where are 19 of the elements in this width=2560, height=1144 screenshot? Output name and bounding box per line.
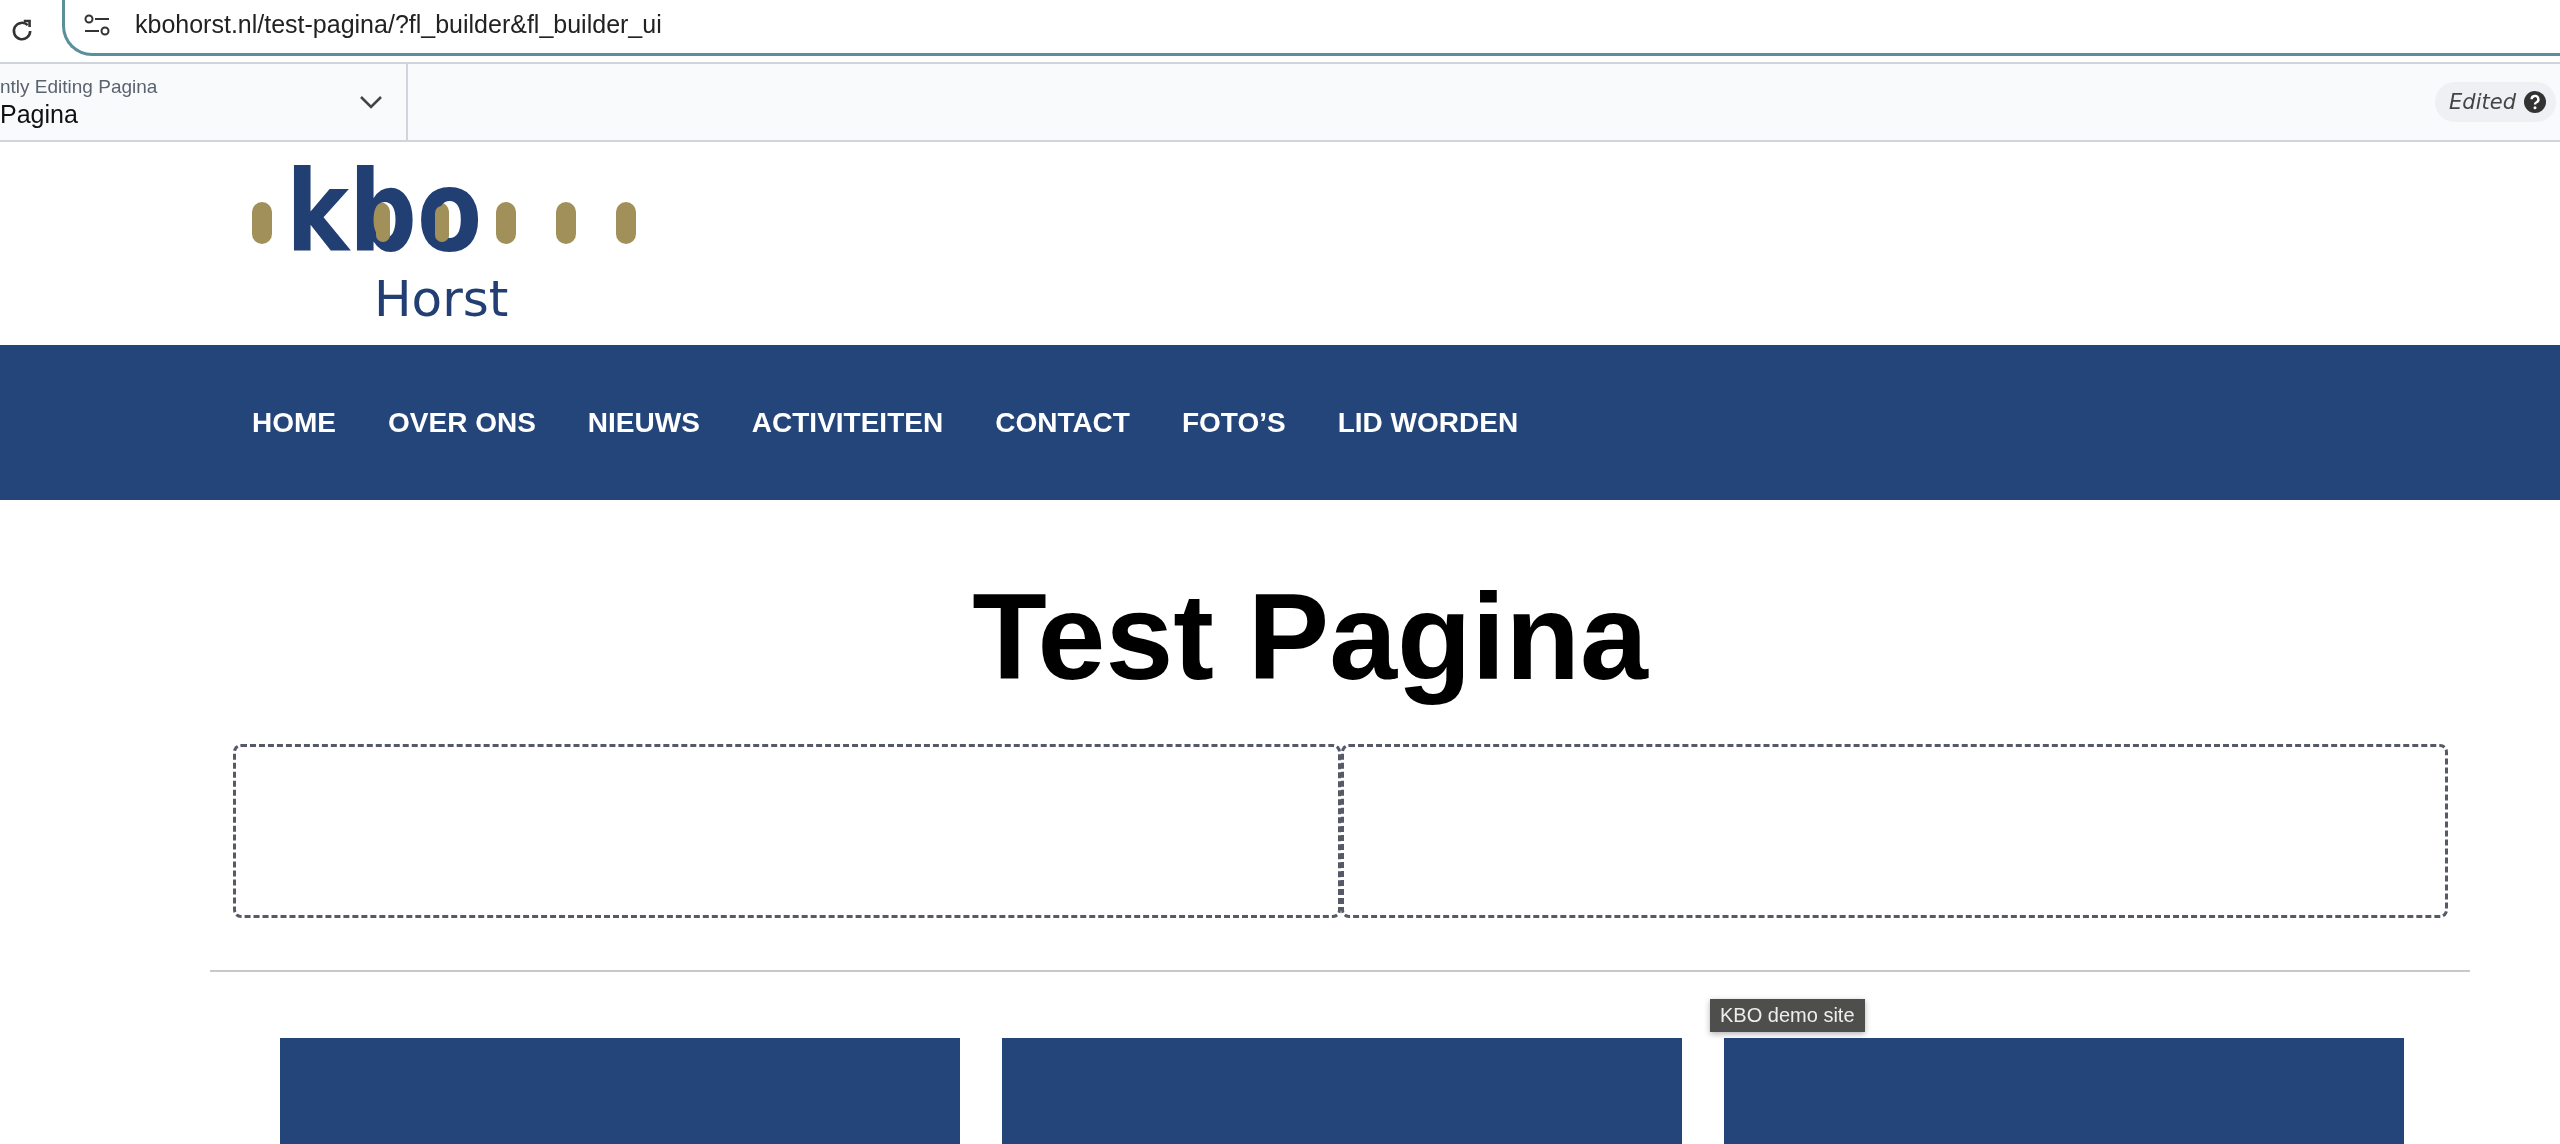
chevron-down-icon <box>358 94 384 110</box>
nav-link[interactable]: CONTACT <box>995 406 1130 439</box>
address-field[interactable]: kbohorst.nl/test-pagina/?fl_builder&fl_builder_ui <box>62 0 2560 56</box>
page-selector[interactable]: ntly Editing Pagina Pagina <box>0 64 408 140</box>
nav-link[interactable]: ACTIVITEITEN <box>751 406 944 439</box>
nav-link[interactable]: HOME <box>252 406 336 439</box>
empty-column-dropzone[interactable] <box>1340 744 2448 918</box>
nav-link[interactable]: NIEUWS <box>587 406 700 439</box>
site-settings-icon[interactable] <box>83 12 111 37</box>
help-icon[interactable] <box>2524 91 2546 113</box>
edited-status[interactable]: Edited <box>2435 82 2556 122</box>
empty-column-dropzone[interactable] <box>233 744 1341 918</box>
url-text: kbohorst.nl/test-pagina/?fl_builder&fl_builder_ui <box>135 10 662 39</box>
kbo-horst-logo[interactable]: kbo Horst <box>248 164 648 324</box>
nav-link[interactable]: OVER ONS <box>388 406 536 439</box>
nav-link[interactable]: LID WORDEN <box>1337 406 1519 439</box>
page-title: Test Pagina <box>972 568 1648 707</box>
nav-link[interactable]: FOTO’S <box>1181 406 1286 439</box>
tooltip: KBO demo site <box>1710 999 1865 1032</box>
